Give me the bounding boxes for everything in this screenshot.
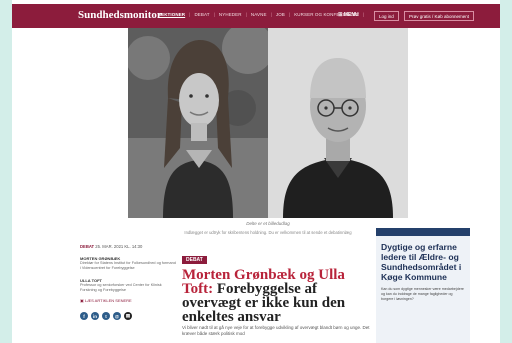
- date-value: 25. MAR. 2021 KL. 14:30: [95, 244, 143, 249]
- nav-separator: |: [270, 12, 272, 17]
- top-navigation-bar: Sundhedsmonitor SEKTIONER | DEBAT | NYHE…: [12, 4, 500, 28]
- nav-separator: |: [213, 12, 215, 17]
- nav-item-navne[interactable]: NAVNE: [251, 12, 267, 17]
- linkedin-icon[interactable]: in: [91, 312, 99, 320]
- article-page: Sundhedsmonitor SEKTIONER | DEBAT | NYHE…: [12, 0, 500, 343]
- ad-title: Dygtige og erfarne ledere til Ældre- og …: [381, 242, 462, 282]
- article-date: DEBAT 25. MAR. 2021 KL. 14:30: [80, 244, 176, 249]
- portrait-woman-photo: [128, 28, 268, 218]
- nav-separator: |: [288, 12, 291, 17]
- menu-button[interactable]: ☰ MENU: [338, 12, 359, 18]
- nav-item-nyheder[interactable]: NYHEDER: [219, 12, 242, 17]
- article-section-tag[interactable]: DEBAT: [182, 256, 207, 264]
- photo-credit: Indlægget er udtryk for skribentens hold…: [184, 230, 352, 235]
- nav-item-sections[interactable]: SEKTIONER: [158, 12, 185, 17]
- article-headline: Morten Grønbæk og Ulla Toft: Forebyggels…: [182, 268, 372, 325]
- portrait-man-photo: [268, 28, 408, 218]
- nav-separator: |: [363, 12, 365, 17]
- site-logo[interactable]: Sundhedsmonitor: [78, 9, 162, 21]
- photo-caption: Delte er et billedudlag: [246, 221, 290, 226]
- main-nav: SEKTIONER | DEBAT | NYHEDER | NAVNE | JO…: [158, 12, 364, 17]
- twitter-icon[interactable]: t: [102, 312, 110, 320]
- login-button[interactable]: Log ind: [374, 11, 399, 21]
- nav-separator: |: [245, 12, 247, 17]
- nav-separator: |: [189, 12, 191, 17]
- author-role-1: Direktør for Statens Institut for Folkes…: [80, 261, 176, 270]
- read-later-label: LÆS ARTIKLEN SENERE: [84, 298, 132, 303]
- read-later-link[interactable]: ▣ LÆS ARTIKLEN SENERE: [80, 298, 176, 303]
- ad-text: Kan du som dygtige mennesker være medarb…: [381, 287, 464, 301]
- print-icon[interactable]: ▤: [124, 312, 132, 320]
- facebook-icon[interactable]: f: [80, 312, 88, 320]
- ad-top-bar: [376, 228, 470, 236]
- subscribe-button[interactable]: Prøv gratis / Køb abonnement: [404, 11, 475, 21]
- job-advertisement[interactable]: Dygtige og erfarne ledere til Ældre- og …: [376, 228, 470, 343]
- date-label: DEBAT: [80, 244, 95, 249]
- social-share-bar: f in t @ ▤: [80, 312, 176, 320]
- nav-item-job[interactable]: JOB: [276, 12, 285, 17]
- nav-item-debat[interactable]: DEBAT: [194, 12, 209, 17]
- author-role-2: Professor og seniorforsker ved Center fo…: [80, 283, 162, 292]
- article-lead: Vi bliver nødt til at gå nye veje for at…: [182, 325, 370, 336]
- mail-icon[interactable]: @: [113, 312, 121, 320]
- article-meta: DEBAT 25. MAR. 2021 KL. 14:30 MORTEN GRØ…: [80, 244, 176, 320]
